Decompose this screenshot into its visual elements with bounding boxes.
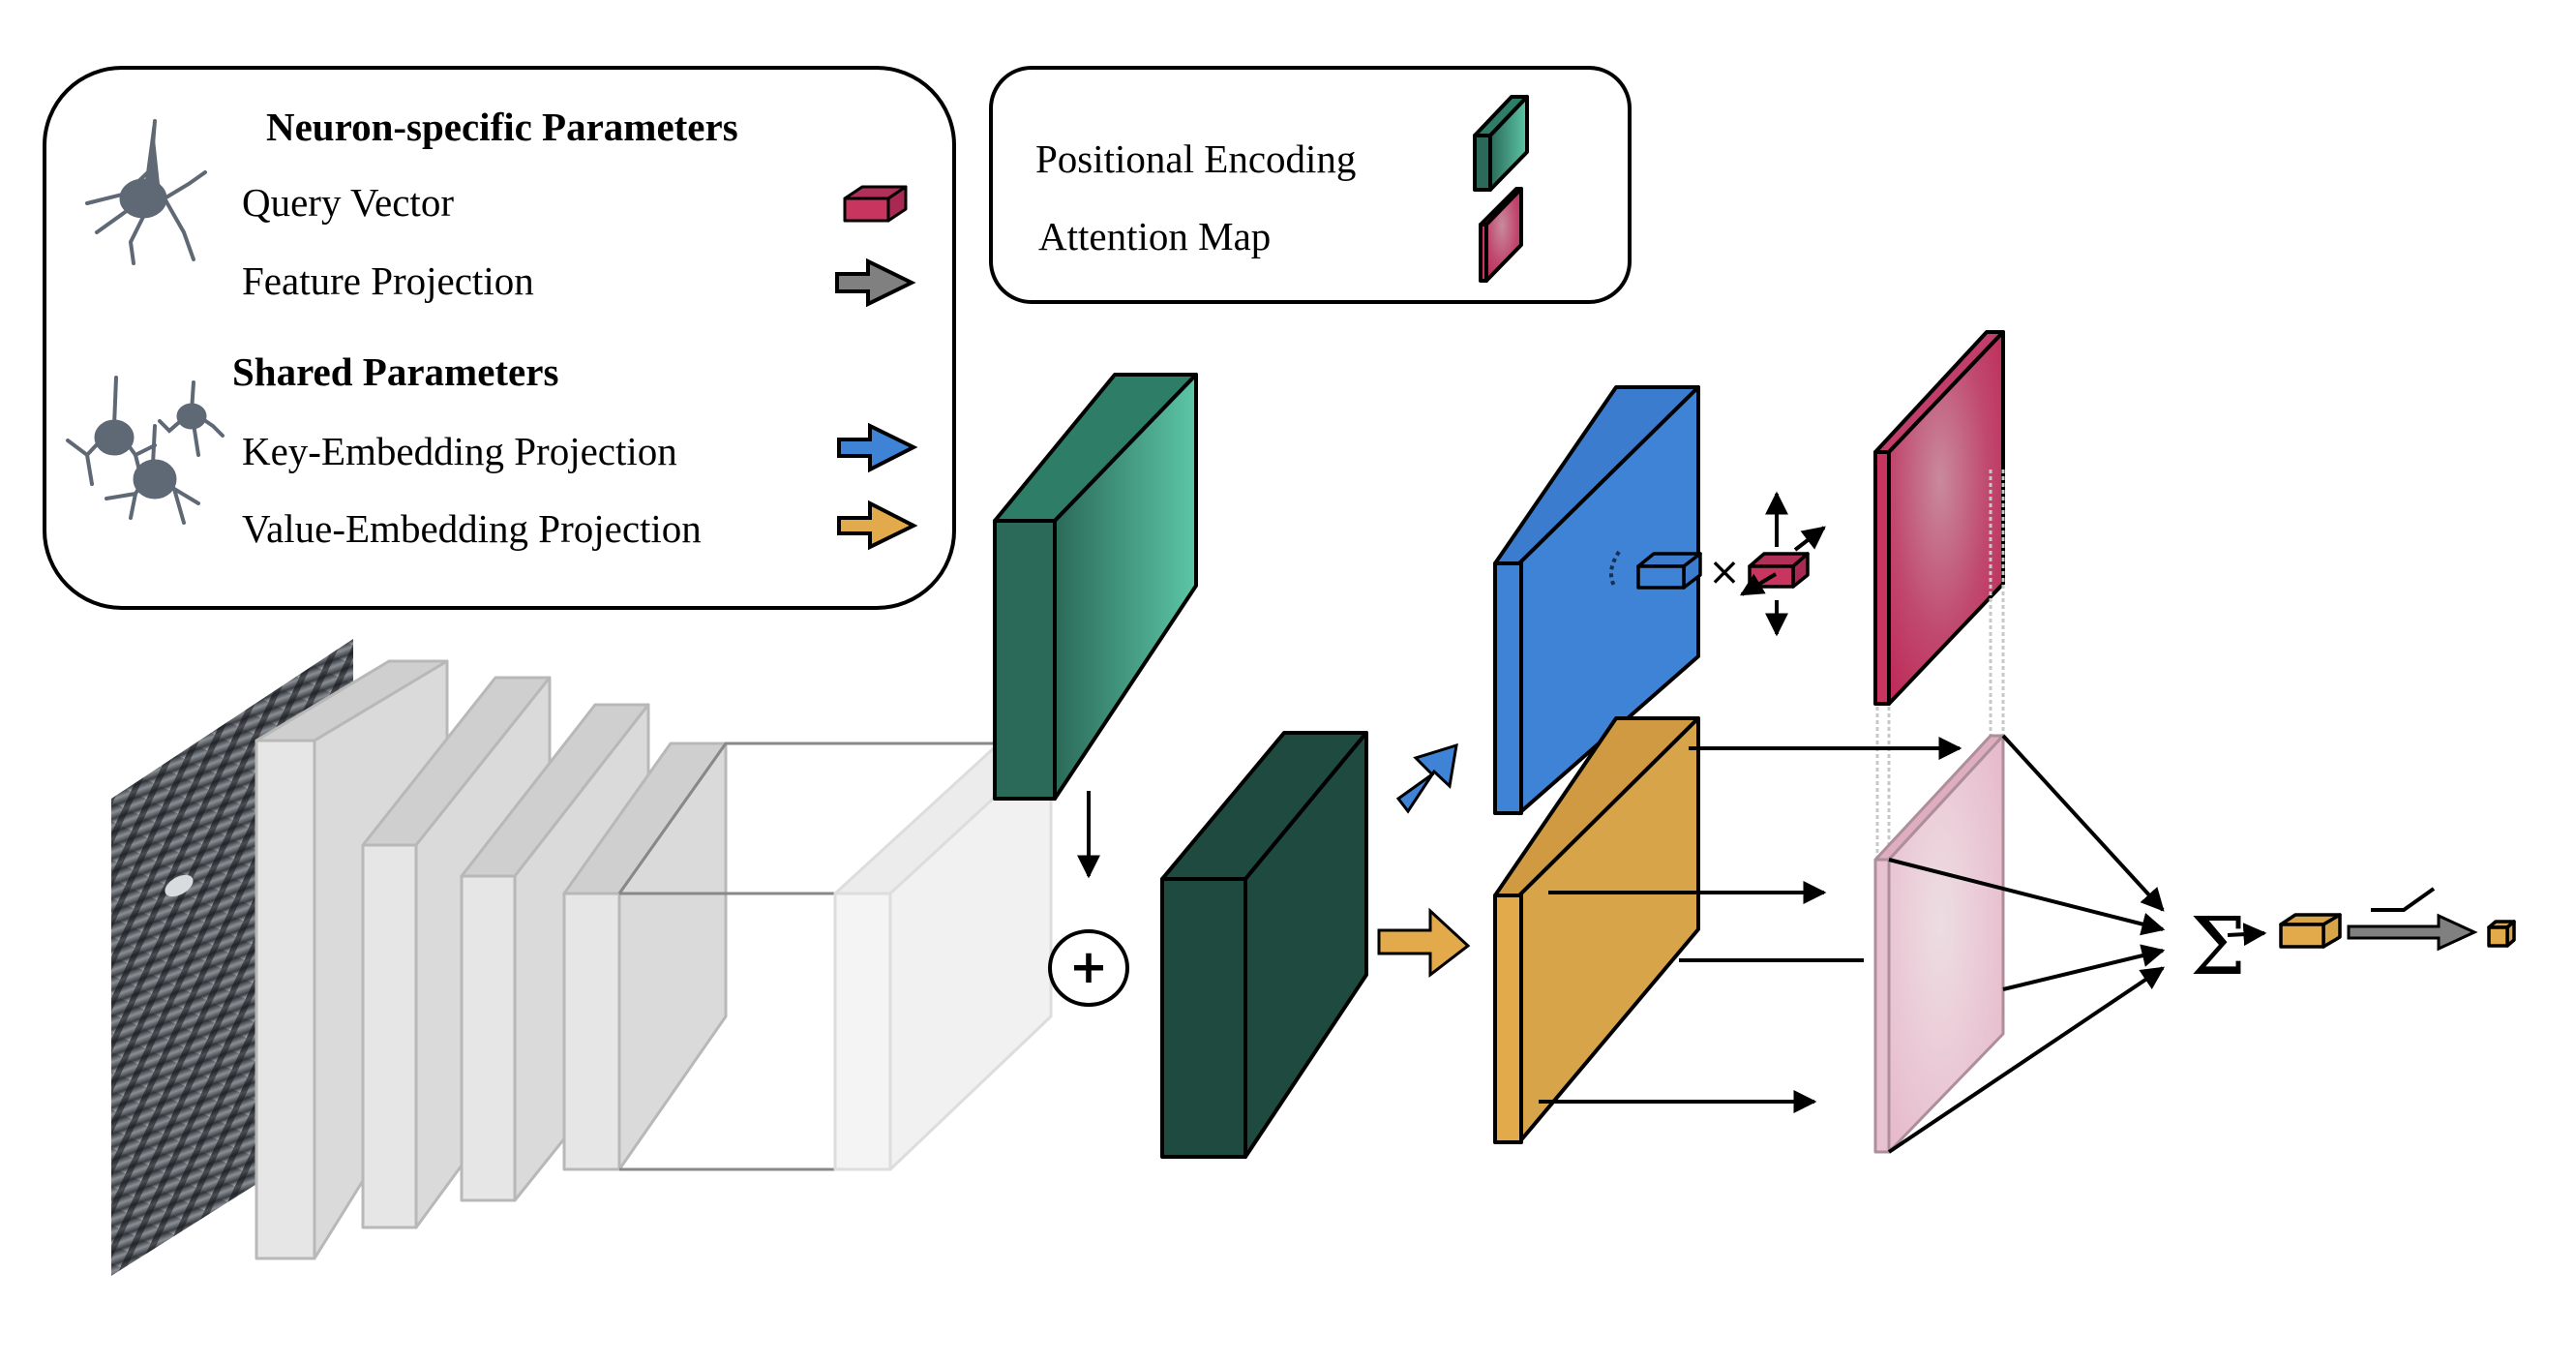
sum-symbol: Σ <box>2190 901 2246 993</box>
feature-projection-arrow <box>2347 913 2478 952</box>
neuron-specific-header: Neuron-specific Parameters <box>266 105 738 149</box>
aggregated-value-cube <box>2279 913 2342 949</box>
legend-label-feature-projection: Feature Projection <box>242 258 534 303</box>
direction-arrow-diag-up <box>1793 526 1826 552</box>
plus-symbol: + <box>1069 940 1108 994</box>
arrow-to-sum-1 <box>2001 734 2165 912</box>
legend-encodings-frame <box>989 66 1632 304</box>
query-vector-cube <box>1739 491 1826 637</box>
legend-label-query-vector: Query Vector <box>242 180 454 225</box>
positional-encoding-block <box>993 373 1198 801</box>
value-projection-arrow <box>1377 907 1471 979</box>
diagram-canvas: Neuron-specific Parameters Query Vector … <box>43 66 2516 1276</box>
key-projection-arrow <box>1395 742 1458 814</box>
legend-label-value-embedding: Value-Embedding Projection <box>242 506 702 551</box>
add-operator: + <box>1048 929 1129 1007</box>
legend-label-key-embedding: Key-Embedding Projection <box>242 429 677 473</box>
shared-header: Shared Parameters <box>232 349 558 394</box>
arrow-sum-to-output <box>2227 923 2267 947</box>
legend-parameters: Neuron-specific Parameters Query Vector … <box>43 66 956 610</box>
nonlinearity-icon <box>2371 887 2436 912</box>
query-vector-icon <box>843 185 908 223</box>
multiply-symbol: × <box>1708 550 1741 594</box>
attention-map-block <box>1873 330 2005 706</box>
legend-label-attention-map: Attention Map <box>1038 214 1271 258</box>
legend-encodings: Positional Encoding Attention Map <box>989 66 1632 304</box>
legend-label-positional-encoding: Positional Encoding <box>1035 136 1356 181</box>
key-vector-cube <box>1636 552 1702 590</box>
neuron-output-cube <box>2487 920 2516 948</box>
combined-features-block <box>1160 731 1368 1159</box>
cnn-backbone <box>255 659 1053 1260</box>
